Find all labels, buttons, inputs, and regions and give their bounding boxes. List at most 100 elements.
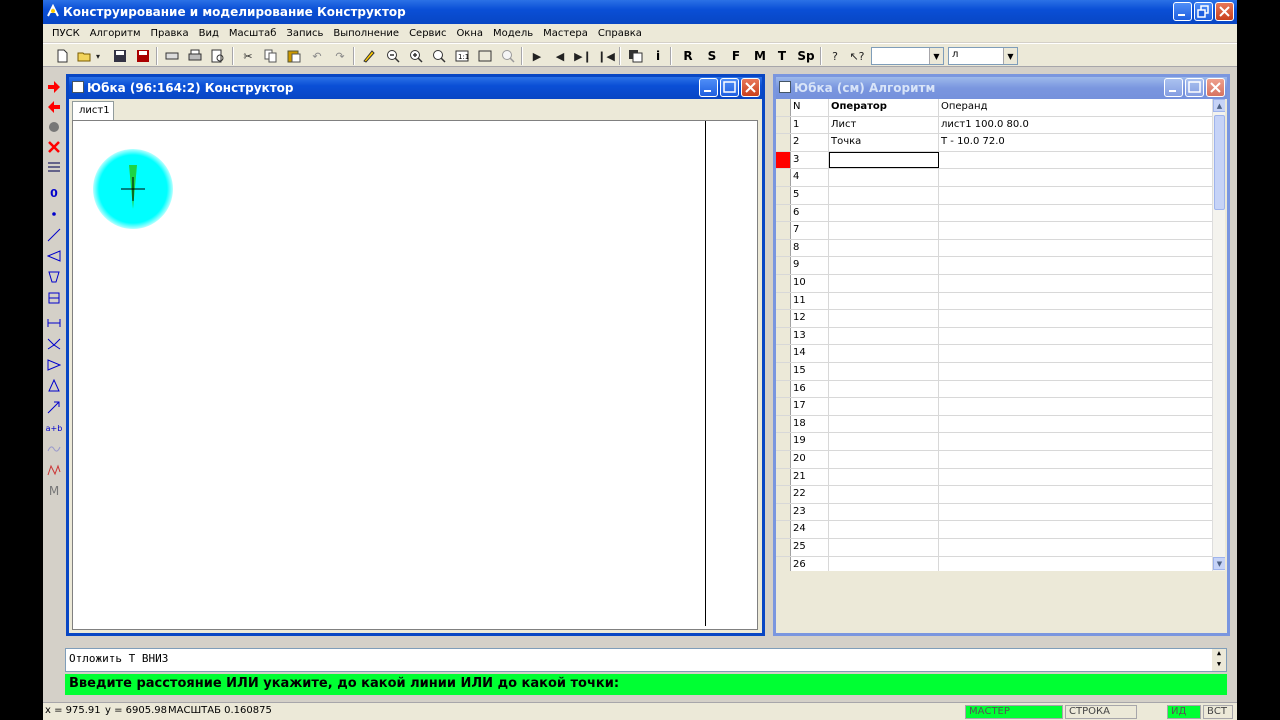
list-icon[interactable] bbox=[45, 158, 63, 176]
tool-r-button[interactable]: R bbox=[679, 47, 697, 65]
cell-operand[interactable] bbox=[939, 310, 1212, 327]
cell-operand[interactable] bbox=[939, 433, 1212, 450]
restore-button[interactable] bbox=[1194, 2, 1213, 21]
cell-operator[interactable] bbox=[829, 275, 939, 292]
cell-operator[interactable] bbox=[829, 169, 939, 186]
cell-operand[interactable] bbox=[939, 539, 1212, 556]
cell-operand[interactable] bbox=[939, 486, 1212, 503]
copy-icon[interactable] bbox=[262, 47, 280, 65]
cell-operator[interactable] bbox=[829, 204, 939, 222]
table-row[interactable]: 20 bbox=[776, 451, 1212, 469]
table-row[interactable]: 26 bbox=[776, 556, 1212, 571]
cell-operand[interactable] bbox=[939, 398, 1212, 415]
cell-operand[interactable] bbox=[939, 363, 1212, 380]
dart-tool-icon[interactable] bbox=[45, 335, 63, 353]
sum-tool-button[interactable]: a+b bbox=[45, 419, 63, 437]
cell-operator[interactable] bbox=[829, 310, 939, 327]
arrow-right-icon[interactable] bbox=[45, 78, 63, 96]
trapezoid-tool-icon[interactable] bbox=[45, 268, 63, 286]
cell-n[interactable]: 4 bbox=[791, 169, 829, 186]
menu-view[interactable]: Вид bbox=[194, 28, 224, 39]
cell-operator[interactable] bbox=[829, 486, 939, 503]
line-tool-icon[interactable] bbox=[45, 226, 63, 244]
cell-operator[interactable] bbox=[829, 222, 939, 239]
scroll-down-icon[interactable]: ▼ bbox=[1213, 557, 1225, 570]
main-title-bar[interactable]: Конструирование и моделирование Конструк… bbox=[43, 0, 1237, 24]
cell-operator[interactable] bbox=[829, 292, 939, 310]
table-row[interactable]: 1 Лист лист1 100.0 80.0 bbox=[776, 116, 1212, 135]
chevron-down-icon[interactable]: ▼ bbox=[1003, 48, 1017, 64]
dimension-tool-icon[interactable] bbox=[45, 314, 63, 332]
circle-tool-button[interactable]: 0 bbox=[45, 184, 63, 202]
menu-edit[interactable]: Правка bbox=[146, 28, 194, 39]
cell-n[interactable]: 9 bbox=[791, 257, 829, 274]
cell-operator[interactable] bbox=[829, 187, 939, 204]
zoom-1to1-icon[interactable]: 1:1 bbox=[453, 47, 471, 65]
table-row[interactable]: 4 bbox=[776, 169, 1212, 187]
menu-start[interactable]: ПУСК bbox=[47, 28, 85, 39]
table-row[interactable]: 7 bbox=[776, 222, 1212, 240]
column-header-operand[interactable]: Операнд bbox=[939, 99, 1212, 116]
table-row[interactable]: 3 bbox=[776, 151, 1212, 170]
cell-operator[interactable] bbox=[829, 345, 939, 362]
cell-operator[interactable] bbox=[829, 380, 939, 398]
menu-algorithm[interactable]: Алгоритм bbox=[85, 28, 146, 39]
curve-tool-icon[interactable] bbox=[45, 440, 63, 458]
cell-n[interactable]: 19 bbox=[791, 433, 829, 450]
cell-operator[interactable] bbox=[829, 415, 939, 433]
table-row[interactable]: 22 bbox=[776, 486, 1212, 504]
cell-n[interactable]: 20 bbox=[791, 451, 829, 468]
cell-operand[interactable]: лист1 100.0 80.0 bbox=[939, 117, 1212, 134]
cell-n[interactable]: 26 bbox=[791, 556, 829, 571]
menu-record[interactable]: Запись bbox=[281, 28, 328, 39]
cell-operand[interactable] bbox=[939, 469, 1212, 486]
rectangle-tool-icon[interactable] bbox=[45, 289, 63, 307]
cell-operand[interactable] bbox=[939, 152, 1212, 169]
drawing-canvas[interactable] bbox=[72, 120, 758, 630]
column-header-operator[interactable]: Оператор bbox=[829, 99, 939, 116]
skip-forward-icon[interactable]: ▶❙ bbox=[574, 47, 592, 65]
zoom-window-icon[interactable] bbox=[476, 47, 494, 65]
extend-tool-icon[interactable] bbox=[45, 398, 63, 416]
table-row[interactable]: 23 bbox=[776, 503, 1212, 522]
cell-operand[interactable] bbox=[939, 240, 1212, 257]
table-row[interactable]: 6 bbox=[776, 204, 1212, 223]
fold-tool-icon[interactable] bbox=[45, 356, 63, 374]
step-back-icon[interactable]: ◀ bbox=[551, 47, 569, 65]
status-row[interactable]: СТРОКА bbox=[1065, 705, 1137, 719]
zoom-icon[interactable] bbox=[430, 47, 448, 65]
table-row[interactable]: 8 bbox=[776, 239, 1212, 258]
cell-operand[interactable]: Т - 10.0 72.0 bbox=[939, 134, 1212, 151]
cell-operator[interactable] bbox=[829, 398, 939, 415]
status-master[interactable]: МАСТЕР bbox=[965, 705, 1063, 719]
cell-operator[interactable] bbox=[829, 257, 939, 274]
cell-n[interactable]: 2 bbox=[791, 134, 829, 151]
grid-vertical-scrollbar[interactable]: ▲ ▼ bbox=[1212, 99, 1225, 571]
menu-wizards[interactable]: Мастера bbox=[538, 28, 593, 39]
scroll-up-icon[interactable]: ▲ bbox=[1213, 99, 1225, 112]
page-setup-icon[interactable] bbox=[163, 47, 181, 65]
algorithm-title-bar[interactable]: Юбка (см) Алгоритм bbox=[776, 77, 1227, 99]
spin-down-icon[interactable]: ▼ bbox=[1212, 660, 1226, 671]
tool-t-button[interactable]: T bbox=[773, 47, 791, 65]
paste-icon[interactable] bbox=[285, 47, 303, 65]
cell-operand[interactable] bbox=[939, 557, 1212, 571]
constructor-close-button[interactable] bbox=[741, 78, 760, 97]
cell-operator[interactable]: Лист bbox=[829, 116, 939, 134]
point-tool-icon[interactable] bbox=[45, 205, 63, 223]
cell-n[interactable]: 16 bbox=[791, 380, 829, 398]
angle-tool-icon[interactable] bbox=[45, 247, 63, 265]
table-row[interactable]: 10 bbox=[776, 275, 1212, 293]
menu-windows[interactable]: Окна bbox=[451, 28, 488, 39]
constructor-title-bar[interactable]: Юбка (96:164:2) Конструктор bbox=[69, 77, 762, 99]
chevron-down-icon[interactable]: ▼ bbox=[929, 48, 943, 64]
cell-n[interactable]: 14 bbox=[791, 345, 829, 362]
menu-execute[interactable]: Выполнение bbox=[328, 28, 404, 39]
zoom-out-icon[interactable] bbox=[384, 47, 402, 65]
table-row[interactable]: 11 bbox=[776, 292, 1212, 311]
cell-operator[interactable] bbox=[829, 521, 939, 538]
algorithm-close-button[interactable] bbox=[1206, 78, 1225, 97]
cell-operand[interactable] bbox=[939, 451, 1212, 468]
delete-icon[interactable] bbox=[45, 138, 63, 156]
table-row[interactable]: 2 Точка Т - 10.0 72.0 bbox=[776, 134, 1212, 152]
